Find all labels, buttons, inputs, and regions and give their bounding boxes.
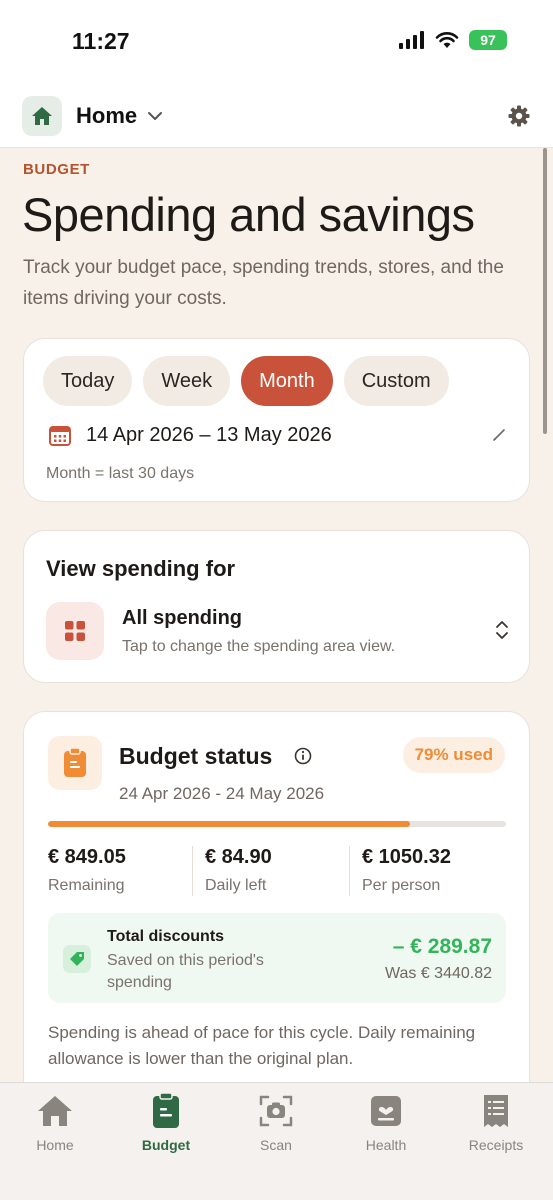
pencil-icon[interactable]	[491, 427, 507, 443]
tab-home-label: Home	[36, 1137, 74, 1153]
stat-daily-left: € 84.90 Daily left	[192, 846, 349, 896]
view-spending-title: View spending for	[46, 556, 236, 581]
budget-status-title: Budget status	[119, 743, 273, 769]
stat-daily-left-label: Daily left	[205, 877, 267, 894]
health-icon	[371, 1096, 401, 1126]
calendar-icon	[49, 426, 71, 446]
view-spending-card[interactable]: View spending for All spending Tap to ch…	[23, 530, 530, 683]
home-selector-icon[interactable]	[22, 96, 62, 136]
tab-receipts[interactable]: Receipts	[446, 1093, 546, 1153]
tab-budget[interactable]: Budget	[116, 1093, 216, 1153]
period-note: Month = last 30 days	[46, 465, 195, 482]
period-card: Today Week Month Custom 14 Apr 2026 – 13…	[23, 338, 530, 502]
tab-health[interactable]: Health	[336, 1093, 436, 1153]
status-time: 11:27	[72, 28, 130, 54]
discounts-title: Total discounts	[107, 928, 225, 945]
date-range-text: 14 Apr 2026 – 13 May 2026	[86, 423, 332, 446]
page-title: Spending and savings	[22, 188, 475, 241]
chip-month[interactable]: Month	[241, 356, 333, 406]
budget-date-range: 24 Apr 2026 - 24 May 2026	[119, 784, 325, 803]
chip-today[interactable]: Today	[43, 356, 133, 406]
spending-area-selection: All spending	[122, 607, 242, 629]
page-subtitle: Track your budget pace, spending trends,…	[23, 257, 504, 309]
discounts-description: Saved on this period's spending	[107, 952, 264, 991]
tag-icon	[70, 952, 84, 966]
tab-receipts-label: Receipts	[468, 1137, 524, 1153]
section-eyebrow: BUDGET	[23, 161, 90, 178]
scrollbar[interactable]	[543, 148, 547, 434]
receipt-icon	[484, 1095, 508, 1127]
tab-scan[interactable]: Scan	[226, 1093, 326, 1153]
budget-status-card: Budget status 79% used 24 Apr 2026 - 24 …	[23, 711, 530, 1131]
stat-per-person-label: Per person	[362, 877, 441, 894]
gear-icon[interactable]	[507, 104, 531, 128]
tab-home[interactable]: Home	[5, 1093, 105, 1153]
camera-icon	[259, 1095, 293, 1127]
battery-level: 97	[480, 32, 496, 48]
stat-remaining-label: Remaining	[48, 877, 125, 894]
stat-per-person: € 1050.32 Per person	[349, 846, 506, 896]
stat-remaining: € 849.05 Remaining	[48, 846, 192, 896]
discounts-was-amount: Was € 3440.82	[384, 965, 492, 982]
chip-custom[interactable]: Custom	[343, 356, 449, 406]
clipboard-icon	[64, 748, 86, 777]
tab-health-label: Health	[365, 1137, 407, 1153]
spending-area-icon-box	[46, 602, 104, 660]
signal-icon	[399, 31, 424, 49]
info-icon[interactable]	[294, 747, 312, 765]
house-icon	[32, 107, 52, 125]
budget-used-badge: 79% used	[402, 737, 505, 773]
tab-budget-label: Budget	[141, 1137, 191, 1153]
home-selector[interactable]: Home	[76, 103, 137, 129]
top-bar: 11:27 97 Home	[0, 0, 553, 148]
stat-remaining-value: € 849.05	[48, 846, 126, 868]
status-icons: 97	[399, 30, 507, 50]
budget-icon-box	[48, 736, 102, 790]
grid-icon	[65, 621, 85, 641]
tab-scan-label: Scan	[260, 1137, 292, 1153]
discounts-panel: Total discounts Saved on this period's s…	[48, 913, 506, 1003]
budget-progress-bar	[48, 821, 506, 827]
wifi-icon	[435, 32, 459, 48]
chevron-down-icon[interactable]	[147, 111, 163, 121]
budget-progress-fill	[48, 821, 410, 827]
home-icon	[38, 1096, 72, 1126]
discounts-amount: – € 289.87	[392, 935, 492, 958]
stat-daily-left-value: € 84.90	[205, 846, 272, 868]
budget-pace-note: Spending is ahead of pace for this cycle…	[48, 1023, 476, 1068]
tab-bar: Home Budget Scan Health Receipts	[0, 1082, 553, 1200]
header: Home	[22, 96, 531, 136]
period-chips: Today Week Month Custom	[43, 356, 449, 406]
clipboard-icon	[153, 1093, 179, 1128]
chip-week[interactable]: Week	[143, 356, 231, 406]
battery-indicator: 97	[469, 30, 507, 50]
discount-tag-box	[63, 945, 91, 973]
date-range-row[interactable]: 14 Apr 2026 – 13 May 2026	[48, 423, 507, 447]
spending-area-hint: Tap to change the spending area view.	[122, 638, 396, 655]
stat-per-person-value: € 1050.32	[362, 846, 451, 868]
chevron-up-down-icon[interactable]	[495, 620, 509, 640]
budget-stats: € 849.05 Remaining € 84.90 Daily left € …	[48, 846, 506, 896]
